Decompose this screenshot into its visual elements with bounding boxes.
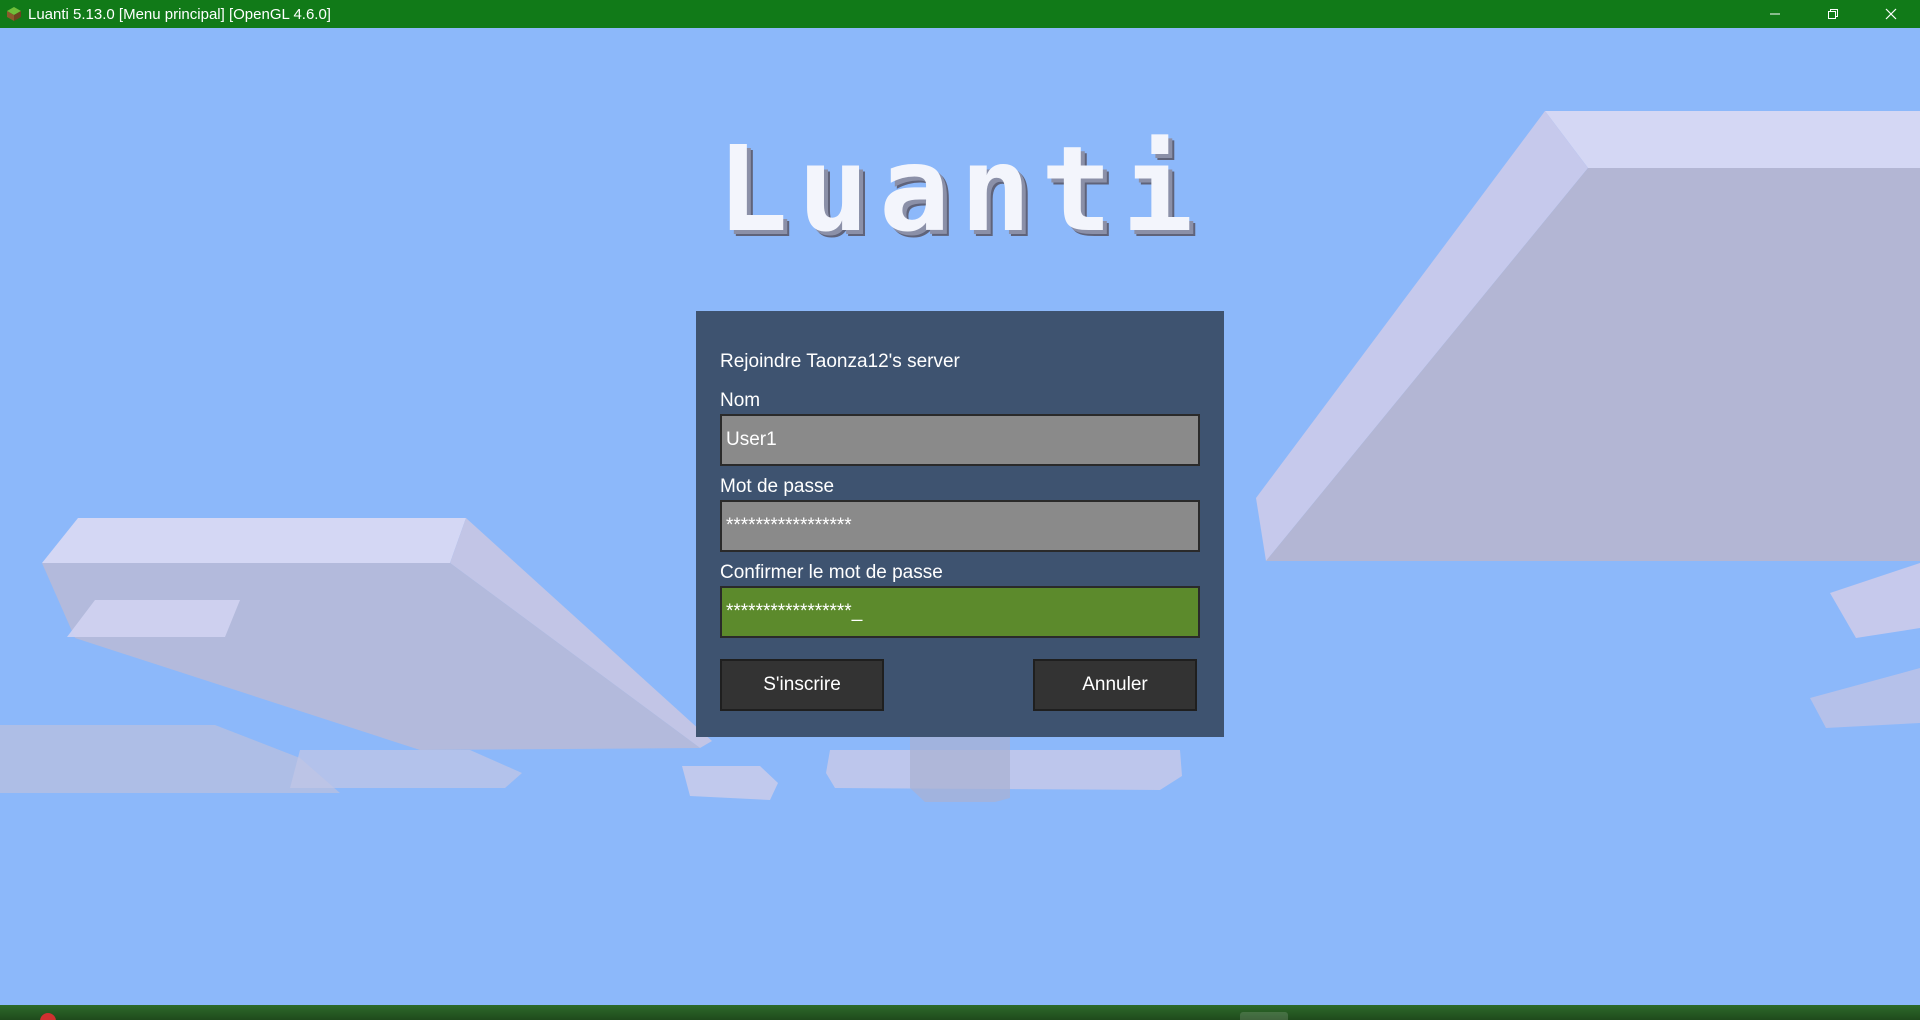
name-label: Nom [720,390,761,411]
minimize-icon [1770,13,1780,15]
password-input[interactable]: ***************** [720,500,1200,552]
cloud-left-top-2 [67,600,240,637]
cloud-low-1 [0,725,340,793]
luanti-app-icon [7,7,21,21]
cloud-low-2 [290,750,522,788]
dialog-title: Rejoindre Taonza12's server [720,351,960,372]
confirm-password-input[interactable]: *****************_ [720,586,1200,638]
name-input[interactable]: User1 [720,414,1200,466]
password-value: ***************** [726,515,852,536]
cloud-low-3 [682,766,778,800]
luanti-logo: Luanti [716,120,1204,258]
taskbar [0,1005,1920,1020]
close-button[interactable] [1862,0,1920,28]
name-value: User1 [726,429,777,450]
restore-icon [1828,9,1838,19]
minimize-button[interactable] [1746,0,1804,28]
cloud-left-top [42,518,466,563]
window-title: Luanti 5.13.0 [Menu principal] [OpenGL 4… [28,5,331,23]
weather-icon[interactable] [40,1013,56,1020]
cancel-button[interactable]: Annuler [1033,659,1197,711]
register-dialog: Rejoindre Taonza12's server Nom User1 Mo… [696,311,1224,737]
window-titlebar[interactable]: Luanti 5.13.0 [Menu principal] [OpenGL 4… [0,0,1920,28]
cloud-right-small-1 [1830,563,1920,638]
close-icon [1885,8,1897,20]
confirm-password-label: Confirmer le mot de passe [720,562,943,583]
confirm-password-value: ***************** [726,601,852,622]
password-label: Mot de passe [720,476,835,497]
restore-button[interactable] [1804,0,1862,28]
text-cursor: _ [851,601,863,622]
cloud-right-small-2 [1810,668,1920,728]
taskbar-app-button[interactable] [1240,1012,1288,1020]
register-button[interactable]: S'inscrire [720,659,884,711]
window-controls [1746,0,1920,28]
